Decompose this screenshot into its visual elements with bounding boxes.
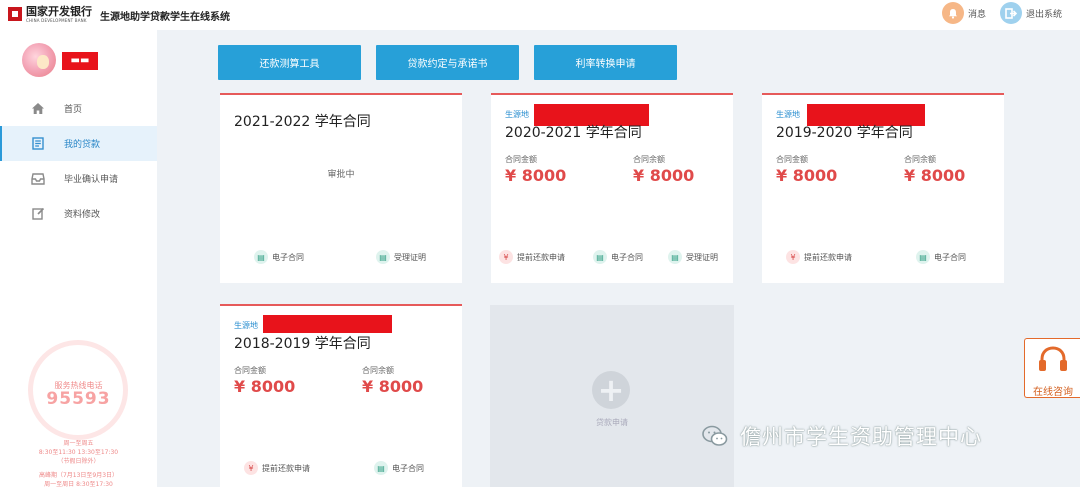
contract-amount: ¥ 8000 [505, 166, 567, 185]
action-label: 提前还款申请 [517, 252, 565, 262]
loan-icon [31, 137, 45, 151]
avatar[interactable] [22, 43, 56, 77]
contract-tag: 生源地 [505, 110, 529, 119]
bank-logo: 国家开发银行 CHINA DEVELOPMENT BANK [8, 6, 92, 23]
bank-name-en: CHINA DEVELOPMENT BANK [26, 18, 87, 23]
inbox-icon [31, 172, 45, 186]
document-icon: ▤ [376, 250, 390, 264]
action-label: 电子合同 [392, 463, 424, 473]
logout-label: 退出系统 [1026, 9, 1063, 20]
loan-application-label: 贷款申请 [596, 418, 628, 427]
hotline-hours: 8:30至11:30 13:30至17:30 [38, 449, 119, 456]
loan-agreement-button[interactable]: 贷款约定与承诺书 [376, 45, 519, 80]
yen-icon: ¥ [499, 250, 513, 264]
home-icon [31, 102, 45, 116]
edit-icon [31, 207, 45, 221]
sidebar-item-graduation-confirm[interactable]: 毕业确认申请 [0, 161, 157, 196]
contract-status: 审批中 [327, 170, 355, 180]
sidebar-item-label: 我的贷款 [64, 140, 101, 150]
early-repayment-link[interactable]: ¥ 提前还款申请 [499, 250, 565, 264]
online-consult-label: 在线咨询 [1033, 387, 1073, 398]
hotline-hours-note: （节假日除外） [57, 458, 100, 465]
messages-label: 消息 [968, 9, 987, 20]
action-label: 提前还款申请 [804, 252, 852, 262]
contract-tag: 生源地 [234, 321, 258, 330]
repayment-calculator-button[interactable]: 还款测算工具 [218, 45, 361, 80]
sidebar-item-my-loans[interactable]: 我的贷款 [0, 126, 157, 161]
sidebar-nav: 首页 我的贷款 毕业确认申请 资料修改 [0, 91, 157, 231]
early-repayment-link[interactable]: ¥ 提前还款申请 [244, 461, 310, 475]
bank-logo-icon [8, 7, 22, 21]
contract-card: 生源地 2020-2021 学年合同 合同金额 ¥ 8000 合同余额 ¥ 80… [491, 93, 733, 283]
logout-button[interactable]: 退出系统 [1000, 2, 1062, 24]
balance-label: 合同余额 [904, 155, 936, 164]
sidebar-item-label: 首页 [64, 105, 83, 115]
sidebar-item-edit-profile[interactable]: 资料修改 [0, 196, 157, 231]
app-header: 国家开发银行 CHINA DEVELOPMENT BANK 生源地助学贷款学生在… [0, 0, 1080, 30]
contract-card: 生源地 2019-2020 学年合同 合同金额 ¥ 8000 合同余额 ¥ 80… [762, 93, 1004, 283]
balance-label: 合同余额 [633, 155, 665, 164]
action-label: 电子合同 [934, 252, 966, 262]
e-contract-link[interactable]: ▤ 电子合同 [374, 461, 424, 475]
action-label: 受理证明 [394, 252, 426, 262]
action-label: 提前还款申请 [262, 463, 310, 473]
hotline-peak-label: 高峰期（7月13日至9月3日） [38, 472, 119, 479]
sidebar-item-label: 毕业确认申请 [64, 175, 119, 185]
contract-balance: ¥ 8000 [362, 377, 424, 396]
wechat-icon [702, 425, 728, 446]
e-contract-link[interactable]: ▤ 电子合同 [593, 250, 643, 264]
bank-name: 国家开发银行 [26, 5, 92, 18]
document-icon: ▤ [593, 250, 607, 264]
e-contract-link[interactable]: ▤ 电子合同 [254, 250, 304, 264]
e-contract-link[interactable]: ▤ 电子合同 [916, 250, 966, 264]
system-title: 生源地助学贷款学生在线系统 [100, 12, 230, 23]
early-repayment-link[interactable]: ¥ 提前还款申请 [786, 250, 852, 264]
contract-balance: ¥ 8000 [633, 166, 695, 185]
document-icon: ▤ [254, 250, 268, 264]
acceptance-proof-link[interactable]: ▤ 受理证明 [668, 250, 718, 264]
loan-application-card[interactable]: + 贷款申请 [490, 305, 734, 487]
user-name: ▬▬ [62, 52, 98, 70]
action-label: 电子合同 [272, 252, 304, 262]
contract-title: 2021-2022 学年合同 [234, 114, 371, 130]
balance-label: 合同余额 [362, 366, 394, 375]
watermark-text: 儋州市学生资助管理中心 [740, 425, 982, 449]
plus-icon: + [592, 371, 630, 409]
acceptance-proof-link[interactable]: ▤ 受理证明 [376, 250, 426, 264]
main-content: 还款测算工具 贷款约定与承诺书 利率转换申请 2021-2022 学年合同 审批… [157, 30, 1080, 487]
document-icon: ▤ [668, 250, 682, 264]
bell-icon [942, 2, 964, 24]
contract-title: 2018-2019 学年合同 [234, 336, 371, 352]
messages-button[interactable]: 消息 [942, 2, 986, 24]
logout-icon [1000, 2, 1022, 24]
hotline-hours-label: 周一至周五 [63, 440, 94, 447]
contract-title: 2020-2021 学年合同 [505, 125, 642, 141]
yen-icon: ¥ [244, 461, 258, 475]
document-icon: ▤ [374, 461, 388, 475]
amount-label: 合同金额 [505, 155, 537, 164]
action-label: 电子合同 [611, 252, 643, 262]
contract-balance: ¥ 8000 [904, 166, 966, 185]
yen-icon: ¥ [786, 250, 800, 264]
contract-amount: ¥ 8000 [776, 166, 838, 185]
contract-title: 2019-2020 学年合同 [776, 125, 913, 141]
hotline-number: 95593 [46, 389, 111, 409]
sidebar: ▬▬ 首页 我的贷款 毕业确认申请 资料修改 服务热线电话 95593 周一至周… [0, 30, 157, 488]
redaction-bar [263, 315, 392, 333]
contract-tag: 生源地 [776, 110, 800, 119]
amount-label: 合同金额 [776, 155, 808, 164]
online-consult-button[interactable]: 在线咨询 [1024, 338, 1080, 398]
amount-label: 合同金额 [234, 366, 266, 375]
headset-icon [1039, 346, 1067, 371]
contract-amount: ¥ 8000 [234, 377, 296, 396]
contract-card: 生源地 2018-2019 学年合同 合同金额 ¥ 8000 合同余额 ¥ 80… [220, 304, 462, 487]
watermark: 儋州市学生资助管理中心 [702, 421, 982, 451]
document-icon: ▤ [916, 250, 930, 264]
rate-conversion-button[interactable]: 利率转换申请 [534, 45, 677, 80]
action-label: 受理证明 [686, 252, 718, 262]
contract-card: 2021-2022 学年合同 审批中 ▤ 电子合同 ▤ 受理证明 [220, 93, 462, 283]
sidebar-item-label: 资料修改 [64, 210, 101, 220]
sidebar-item-home[interactable]: 首页 [0, 91, 157, 126]
